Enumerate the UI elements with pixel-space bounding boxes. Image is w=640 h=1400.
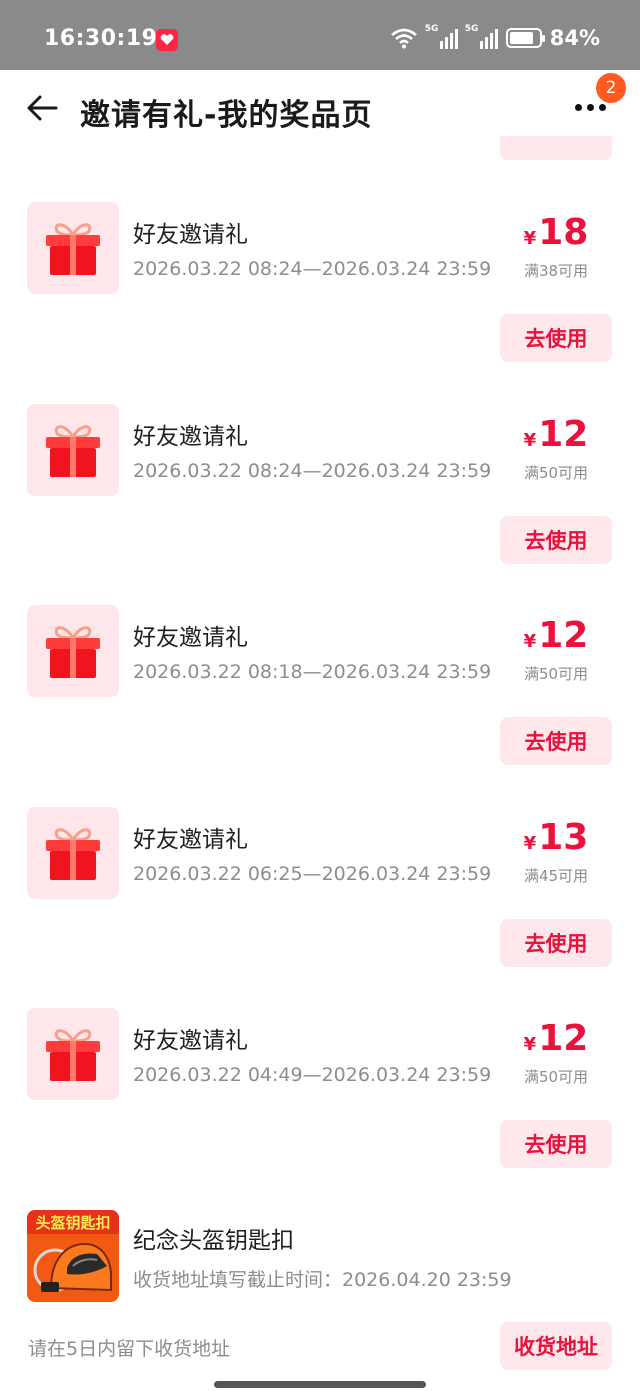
back-arrow-icon [27, 95, 58, 121]
page-title: 邀请有礼-我的奖品页 [80, 98, 373, 133]
back-button[interactable] [22, 88, 62, 128]
coupon-amount: ¥18 [500, 212, 612, 253]
gift-box-icon [46, 626, 100, 678]
helmet-keychain-image: 头盔钥匙扣 [27, 1210, 119, 1302]
amount-value: 12 [538, 615, 589, 656]
physical-prize-card: 头盔钥匙扣 纪念头盔钥匙扣 收货地址填写截止时间：2026.04.20 23:5… [0, 1210, 640, 1370]
currency-symbol: ¥ [523, 833, 537, 854]
coupon-validity: 2026.03.22 08:24—2026.03.24 23:59 [133, 460, 492, 482]
coupon-title: 好友邀请礼 [133, 625, 248, 651]
use-coupon-button[interactable]: 去使用 [500, 919, 612, 967]
use-coupon-button[interactable]: 去使用 [500, 717, 612, 765]
use-coupon-button[interactable]: 去使用 [500, 314, 612, 362]
status-bar: 16:30:19 5G 5G 84% [0, 0, 640, 70]
prize-title: 纪念头盔钥匙扣 [133, 1228, 294, 1254]
use-coupon-button[interactable]: 去使用 [500, 516, 612, 564]
wifi-icon [390, 28, 417, 49]
coupon-validity: 2026.03.22 08:24—2026.03.24 23:59 [133, 258, 492, 280]
coupon-condition: 满45可用 [523, 867, 589, 885]
coupon-amount: ¥13 [500, 817, 612, 858]
home-indicator[interactable] [214, 1381, 426, 1388]
coupon-card: 好友邀请礼 2026.03.22 04:49—2026.03.24 23:59 … [0, 1008, 640, 1208]
gift-thumbnail [27, 605, 119, 697]
coupon-validity: 2026.03.22 06:25—2026.03.24 23:59 [133, 863, 492, 885]
coupon-card: 好友邀请礼 2026.03.22 08:24—2026.03.24 23:59 … [0, 404, 640, 604]
battery-percent: 84% [549, 26, 600, 50]
coupon-condition: 满38可用 [523, 262, 589, 280]
more-dots-icon [574, 103, 582, 111]
currency-symbol: ¥ [523, 1034, 537, 1055]
gift-box-icon [46, 1029, 100, 1081]
coupon-amount: ¥12 [500, 615, 612, 656]
network-type-label: 5G [464, 24, 479, 34]
status-time: 16:30:19 [44, 26, 158, 51]
coupon-amount: ¥12 [500, 414, 612, 455]
coupon-amount: ¥12 [500, 1018, 612, 1059]
coupon-card: 好友邀请礼 2026.03.22 06:25—2026.03.24 23:59 … [0, 807, 640, 1007]
address-deadline: 收货地址填写截止时间：2026.04.20 23:59 [133, 1269, 512, 1291]
coupon-card: 好友邀请礼 2026.03.22 08:24—2026.03.24 23:59 … [0, 202, 640, 402]
amount-value: 13 [538, 817, 589, 858]
address-hint: 请在5日内留下收货地址 [28, 1338, 231, 1360]
coupon-validity: 2026.03.22 08:18—2026.03.24 23:59 [133, 661, 492, 683]
signal-icon-1: 5G [424, 24, 458, 49]
status-indicators: 5G 5G 84% [390, 24, 600, 50]
amount-value: 12 [538, 414, 589, 455]
network-type-label: 5G [424, 24, 439, 34]
coupon-title: 好友邀请礼 [133, 424, 248, 450]
more-dots-icon-dot [598, 103, 606, 111]
use-coupon-button[interactable]: 去使用 [500, 1120, 612, 1168]
gift-thumbnail [27, 202, 119, 294]
coupon-condition: 满50可用 [523, 1068, 589, 1086]
coupon-title: 好友邀请礼 [133, 1028, 248, 1054]
coupon-card: 好友邀请礼 2026.03.22 08:18—2026.03.24 23:59 … [0, 605, 640, 805]
partially-visible-button[interactable] [500, 136, 612, 160]
currency-symbol: ¥ [523, 430, 537, 451]
amount-value: 12 [538, 1018, 589, 1059]
amount-value: 18 [538, 212, 589, 253]
app-notification-icon [156, 29, 178, 51]
coupon-title: 好友邀请礼 [133, 827, 248, 853]
coupon-condition: 满50可用 [523, 665, 589, 683]
currency-symbol: ¥ [523, 228, 537, 249]
shipping-address-button[interactable]: 收货地址 [500, 1322, 612, 1370]
coupon-validity: 2026.03.22 04:49—2026.03.24 23:59 [133, 1064, 492, 1086]
gift-thumbnail [27, 404, 119, 496]
coupon-title: 好友邀请礼 [133, 222, 248, 248]
helmet-keychain-illustration: 头盔钥匙扣 [27, 1210, 119, 1302]
currency-symbol: ¥ [523, 631, 537, 652]
gift-box-icon [46, 223, 100, 275]
gift-box-icon [46, 828, 100, 880]
battery-icon [505, 28, 545, 48]
gift-box-icon [46, 425, 100, 477]
more-dots-icon-dot [586, 103, 594, 111]
coupon-condition: 满50可用 [523, 464, 589, 482]
gift-thumbnail [27, 807, 119, 899]
signal-icon-2: 5G [464, 24, 498, 49]
gift-thumbnail [27, 1008, 119, 1100]
notification-badge: 2 [596, 73, 626, 103]
thumb-caption: 头盔钥匙扣 [35, 1214, 110, 1232]
